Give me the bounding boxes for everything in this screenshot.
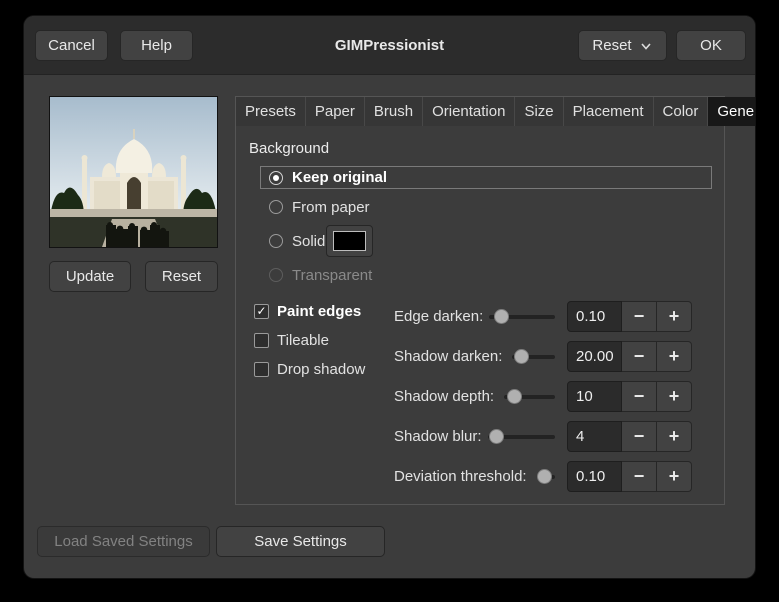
radio-transparent[interactable]: Transparent [269, 264, 372, 286]
shadow-blur-spinbox: 4 − + [567, 421, 692, 452]
shadow-darken-value[interactable]: 20.00 [567, 341, 622, 372]
tab-brush[interactable]: Brush [365, 97, 424, 126]
background-section-label: Background [249, 140, 330, 157]
deviation-threshold-slider[interactable] [536, 469, 555, 484]
slider-knob[interactable] [489, 429, 505, 444]
tab-orientation[interactable]: Orientation [423, 97, 516, 126]
edge-darken-spinbox: 0.10 − + [567, 301, 692, 332]
edge-darken-value[interactable]: 0.10 [567, 301, 622, 332]
shadow-darken-slider[interactable] [512, 349, 555, 364]
radio-icon [269, 234, 283, 248]
slider-knob[interactable] [514, 349, 530, 364]
load-saved-settings-button[interactable]: Load Saved Settings [37, 526, 210, 557]
reset-dropdown-button[interactable]: Reset [578, 30, 667, 61]
tab-presets[interactable]: Presets [236, 97, 306, 126]
shadow-darken-spinbox: 20.00 − + [567, 341, 692, 372]
tab-bar: Presets Paper Brush Orientation Size Pla… [235, 96, 755, 127]
deviation-threshold-spinbox: 0.10 − + [567, 461, 692, 492]
decrement-button[interactable]: − [622, 301, 657, 332]
radio-from-paper[interactable]: From paper [269, 196, 370, 218]
tab-size[interactable]: Size [515, 97, 564, 126]
tab-placement[interactable]: Placement [564, 97, 654, 126]
slider-knob[interactable] [536, 469, 552, 484]
gimpressionist-dialog: GIMPressionist Cancel Help Reset OK Upda… [24, 16, 755, 578]
tab-general[interactable]: General [708, 97, 755, 126]
slider-knob[interactable] [493, 309, 509, 324]
increment-button[interactable]: + [657, 421, 692, 452]
edge-darken-row: Edge darken: 0.10 − + [236, 301, 706, 332]
shadow-blur-slider[interactable] [488, 429, 555, 444]
deviation-threshold-row: Deviation threshold: 0.10 − + [236, 461, 706, 492]
shadow-depth-label: Shadow depth: [394, 388, 495, 405]
ok-button[interactable]: OK [676, 30, 746, 61]
color-swatch [333, 231, 366, 251]
increment-button[interactable]: + [657, 381, 692, 412]
shadow-depth-row: Shadow depth: 10 − + [236, 381, 706, 412]
shadow-blur-label: Shadow blur: [394, 428, 482, 445]
decrement-button[interactable]: − [622, 421, 657, 452]
increment-button[interactable]: + [657, 341, 692, 372]
radio-keep-original[interactable]: Keep original [260, 166, 712, 189]
update-button[interactable]: Update [49, 261, 131, 292]
general-tab-panel: Background Keep original From paper Soli… [235, 126, 725, 505]
cancel-button[interactable]: Cancel [35, 30, 108, 61]
dialog-header: GIMPressionist Cancel Help Reset OK [24, 16, 755, 75]
decrement-button[interactable]: − [622, 461, 657, 492]
increment-button[interactable]: + [657, 461, 692, 492]
taj-mahal-preview-image [50, 97, 217, 247]
deviation-threshold-value[interactable]: 0.10 [567, 461, 622, 492]
shadow-depth-value[interactable]: 10 [567, 381, 622, 412]
preview-image [49, 96, 218, 248]
decrement-button[interactable]: − [622, 341, 657, 372]
radio-icon [269, 200, 283, 214]
deviation-threshold-label: Deviation threshold: [394, 468, 527, 485]
edge-darken-label: Edge darken: [394, 308, 484, 325]
tab-color[interactable]: Color [654, 97, 709, 126]
reset-dropdown-label: Reset [592, 37, 632, 54]
solid-color-picker-button[interactable] [326, 225, 373, 257]
radio-solid[interactable]: Solid [269, 230, 325, 252]
radio-disabled-icon [269, 268, 283, 282]
preview-reset-button[interactable]: Reset [145, 261, 218, 292]
screen: GIMPressionist Cancel Help Reset OK Upda… [0, 0, 779, 602]
decrement-button[interactable]: − [622, 381, 657, 412]
tab-paper[interactable]: Paper [306, 97, 365, 126]
shadow-darken-row: Shadow darken: 20.00 − + [236, 341, 706, 372]
save-settings-button[interactable]: Save Settings [216, 526, 385, 557]
radio-selected-icon [269, 170, 283, 185]
shadow-blur-value[interactable]: 4 [567, 421, 622, 452]
increment-button[interactable]: + [657, 301, 692, 332]
shadow-depth-spinbox: 10 − + [567, 381, 692, 412]
help-button[interactable]: Help [120, 30, 193, 61]
shadow-depth-slider[interactable] [504, 389, 555, 404]
edge-darken-slider[interactable] [489, 309, 555, 324]
shadow-blur-row: Shadow blur: 4 − + [236, 421, 706, 452]
shadow-darken-label: Shadow darken: [394, 348, 503, 365]
slider-knob[interactable] [507, 389, 523, 404]
chevron-down-icon [640, 42, 651, 50]
